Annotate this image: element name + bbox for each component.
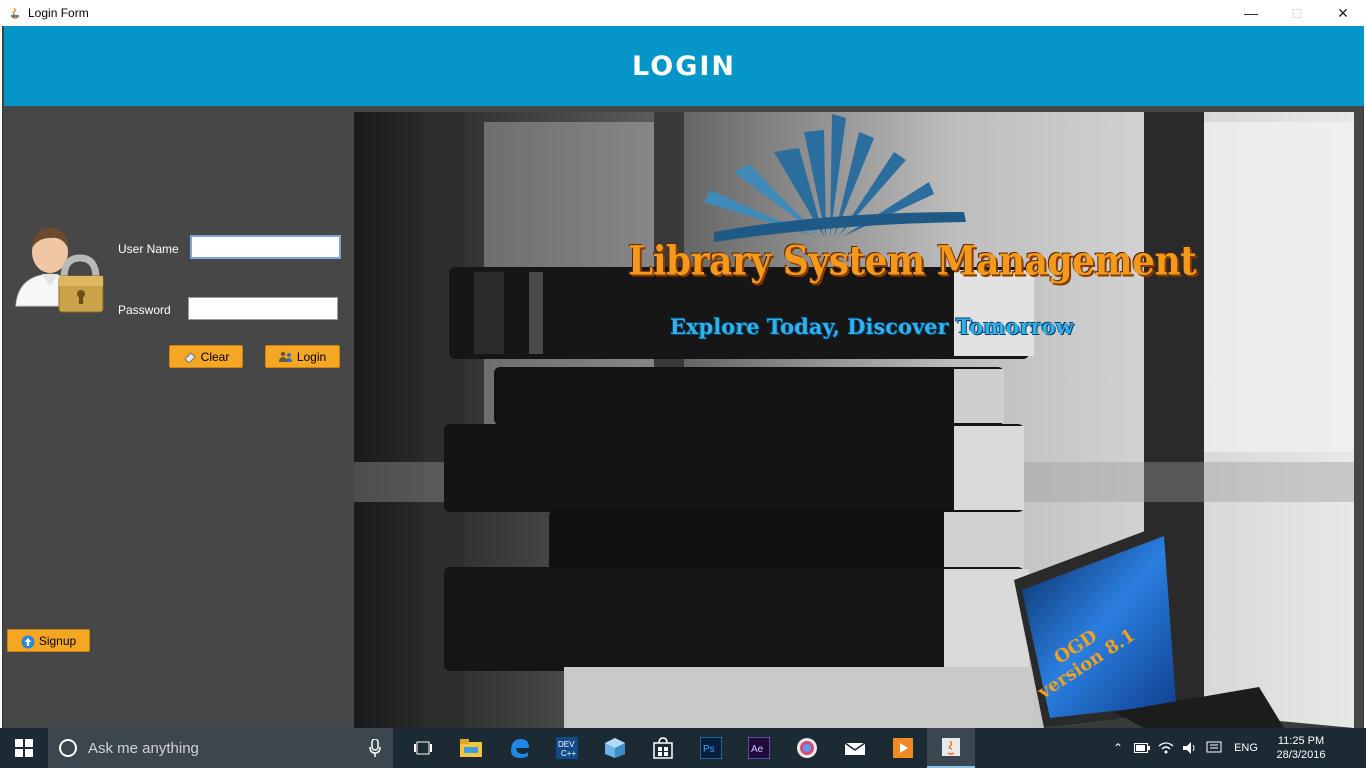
- login-panel: User Name Password Clear Login Signup: [4, 106, 353, 728]
- username-input[interactable]: [190, 235, 341, 259]
- task-view-icon[interactable]: [399, 728, 447, 768]
- start-button[interactable]: [0, 728, 48, 768]
- login-frame: LOGIN User Name Password Clear Login Sig…: [2, 26, 1364, 728]
- search-placeholder: Ask me anything: [88, 739, 199, 757]
- username-label: User Name: [118, 242, 179, 256]
- header-bar: LOGIN: [4, 26, 1364, 106]
- login-button[interactable]: Login: [265, 345, 340, 368]
- svg-text:Ps: Ps: [703, 744, 715, 755]
- page-title: LOGIN: [632, 50, 736, 82]
- battery-icon[interactable]: [1130, 743, 1154, 753]
- users-key-icon: [278, 351, 293, 363]
- edge-browser-icon[interactable]: [495, 728, 543, 768]
- cortana-icon: [59, 739, 77, 757]
- microphone-icon[interactable]: [369, 738, 381, 760]
- clock[interactable]: 11:25 PM 28/3/2016: [1266, 734, 1336, 762]
- clear-button-label: Clear: [200, 349, 230, 364]
- close-button[interactable]: ✕: [1320, 0, 1366, 26]
- after-effects-icon[interactable]: Ae: [735, 728, 783, 768]
- clock-date: 28/3/2016: [1276, 749, 1326, 761]
- banner-title: Library System Management: [628, 237, 1197, 285]
- clear-button[interactable]: Clear: [169, 345, 243, 368]
- language-indicator[interactable]: ENG: [1226, 742, 1266, 754]
- svg-text:C++: C++: [561, 749, 576, 758]
- cortana-search[interactable]: Ask me anything: [48, 728, 393, 768]
- library-banner-image: Library System Management Explore Today,…: [354, 112, 1354, 728]
- store-icon[interactable]: [639, 728, 687, 768]
- taskbar: Ask me anything DEV C++ Ps Ae ⌃ ENG 11:25…: [0, 728, 1366, 768]
- maximize-button[interactable]: □: [1274, 0, 1320, 26]
- taskbar-apps: DEV C++ Ps Ae: [399, 728, 975, 768]
- chevron-up-icon[interactable]: ⌃: [1106, 741, 1130, 755]
- window-title: Login Form: [28, 6, 89, 20]
- windows-icon: [15, 739, 33, 757]
- photoshop-icon[interactable]: Ps: [687, 728, 735, 768]
- signup-button-label: Signup: [38, 633, 77, 648]
- system-tray: ⌃ ENG 11:25 PM 28/3/2016: [1106, 728, 1366, 768]
- arrow-up-circle-icon: [21, 635, 35, 648]
- minimize-button[interactable]: —: [1228, 0, 1274, 26]
- login-button-label: Login: [296, 349, 327, 364]
- svg-text:Ae: Ae: [751, 744, 764, 755]
- 3d-box-icon[interactable]: [591, 728, 639, 768]
- window-titlebar: Login Form — □ ✕: [0, 0, 1366, 26]
- svg-text:DEV: DEV: [558, 740, 575, 749]
- banner-tagline: Explore Today, Discover Tomorrow: [670, 314, 1074, 339]
- password-input[interactable]: [188, 297, 338, 320]
- password-label: Password: [118, 303, 171, 317]
- action-center-icon[interactable]: [1202, 741, 1226, 755]
- browser-icon[interactable]: [783, 728, 831, 768]
- eraser-icon: [183, 351, 197, 364]
- java-taskbar-icon[interactable]: [927, 728, 975, 768]
- clock-time: 11:25 PM: [1277, 735, 1325, 747]
- mail-icon[interactable]: [831, 728, 879, 768]
- java-app-icon: [7, 5, 23, 21]
- books-illustration: [354, 112, 1354, 728]
- media-player-icon[interactable]: [879, 728, 927, 768]
- wifi-icon[interactable]: [1154, 741, 1178, 755]
- volume-icon[interactable]: [1178, 741, 1202, 755]
- dev-cpp-icon[interactable]: DEV C++: [543, 728, 591, 768]
- file-explorer-icon[interactable]: [447, 728, 495, 768]
- signup-button[interactable]: Signup: [7, 629, 90, 652]
- user-lock-icon: [12, 218, 104, 314]
